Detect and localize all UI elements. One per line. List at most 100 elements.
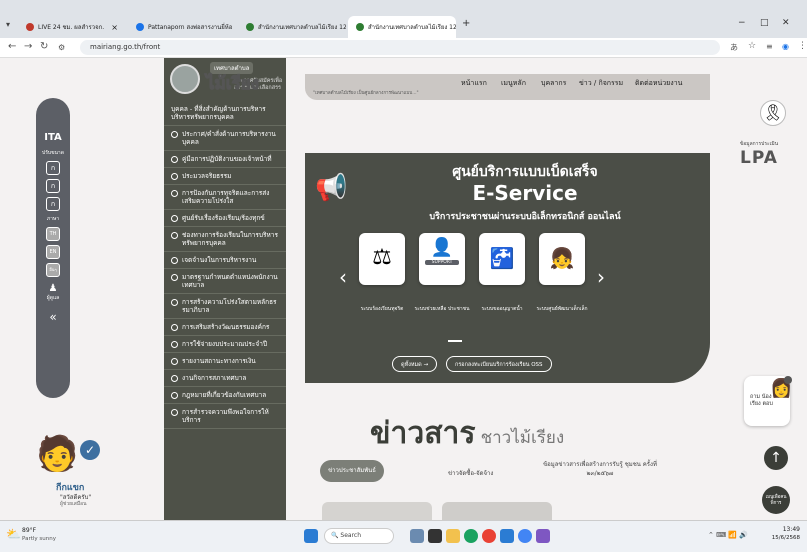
service-card[interactable]: ⚖ [359, 233, 405, 285]
system-tray-icons[interactable]: ⌃ ⌨ 📶 🔊 [708, 531, 748, 539]
arrow-circle-icon [171, 257, 178, 264]
clock-time: 13:49 [782, 526, 800, 533]
other-button[interactable]: อื่นๆ [46, 263, 60, 277]
browser-tab-active[interactable]: สำนักงานเทศบาลตำบลไม้เรียง 12 ก. × [348, 16, 456, 38]
view-all-button[interactable]: ดูทั้งหมด → [392, 356, 438, 372]
oss-button[interactable]: กรอกลงทะเบียนบริการร้องเรียน OSS [446, 356, 552, 372]
news-title-sub: ชาวไม้เรียง [480, 428, 565, 448]
back-icon[interactable]: ← [8, 41, 16, 52]
nav-home[interactable]: หน้าแรก [461, 78, 487, 89]
minimize-button[interactable]: − [738, 18, 746, 28]
weather-icon[interactable]: ⛅ [6, 527, 21, 541]
font-large-button[interactable]: ก [46, 197, 60, 211]
forward-icon[interactable]: → [24, 41, 32, 52]
collapse-button[interactable]: « [36, 310, 70, 324]
menu-item[interactable]: บุคคล - ที่สิ่งสำคัญด้านการบริหาร บริหาร… [164, 104, 286, 126]
menu-item[interactable]: งานกิจการสภาเทศบาล [164, 370, 286, 387]
lang-en-button[interactable]: EN [46, 245, 60, 259]
edge-icon[interactable] [464, 529, 478, 543]
news-heading: ข่าวสาร ชาวไม้เรียง [370, 410, 564, 457]
chrome-icon[interactable] [482, 529, 496, 543]
extensions-icon[interactable]: ≡ [766, 42, 773, 51]
tab-community-info[interactable]: ข้อมูลข่าวสารเพื่อสร้างการรับรู้ ชุมชน ค… [540, 460, 660, 478]
menu-item[interactable]: กฎหมายที่เกี่ยวข้องกับเทศบาล [164, 387, 286, 404]
menu-item[interactable]: การสร้างความโปร่งใสตามหลักธร รมาภิบาล [164, 294, 286, 319]
arrow-circle-icon [171, 324, 178, 331]
menu-item-label: ประมวลจริยธรรม [182, 172, 232, 180]
news-card[interactable] [322, 502, 432, 520]
store-icon[interactable] [500, 529, 514, 543]
nav-main-menu[interactable]: เมนูหลัก [501, 78, 526, 89]
service-card[interactable]: 👤 SUPPORT [419, 233, 465, 285]
weather-temp: 89°F [22, 527, 37, 534]
carousel-prev-button[interactable]: ‹ [339, 265, 347, 289]
nav-news[interactable]: ข่าว / กิจกรรม [579, 78, 623, 89]
search-label: Search [340, 532, 362, 539]
hero-title-th: ศูนย์บริการแบบเบ็ดเสร็จ [452, 164, 598, 180]
close-icon[interactable]: × [111, 23, 118, 32]
user-icon[interactable]: ♟ [36, 283, 70, 294]
menu-item[interactable]: คู่มือการปฏิบัติงานของเจ้าหน้าที่ [164, 151, 286, 168]
font-size-label: ปรับขนาด [42, 150, 64, 156]
widgets-icon[interactable] [410, 529, 424, 543]
site-settings-icon[interactable]: ⚙ [58, 43, 65, 52]
menu-item[interactable]: รายงานสถานะทางการเงิน [164, 353, 286, 370]
maximize-button[interactable]: □ [760, 18, 769, 28]
lpa-badge[interactable]: ข้อมูลการประเมิน LPA [722, 140, 796, 180]
file-explorer-icon[interactable] [446, 529, 460, 543]
lang-th-button[interactable]: TH [46, 227, 60, 241]
nav-contact[interactable]: ติดต่อหน่วยงาน [635, 78, 682, 89]
close-chat-icon[interactable] [784, 376, 792, 384]
browser-tab[interactable]: Pattanaporn สงพ่อสารงานยี่ห้อ × [128, 16, 236, 38]
admin-label: ผู้ดูแล [46, 295, 60, 301]
more-icon[interactable]: ⋮ [798, 41, 807, 51]
menu-item[interactable]: การเสริมสร้างวัฒนธรรมองค์กร [164, 319, 286, 336]
service-card[interactable]: 👧 [539, 233, 585, 285]
scroll-top-button[interactable]: ↑ [764, 446, 788, 470]
address-bar[interactable]: mairiang.go.th/front [80, 40, 720, 55]
menu-item[interactable]: การใช้จ่ายงบประมาณประจำปี [164, 336, 286, 353]
megaphone-icon: 📢 [315, 173, 348, 203]
profile-icon[interactable]: ◉ [782, 42, 789, 51]
close-window-button[interactable]: ✕ [782, 18, 790, 28]
chatbot-widget[interactable]: ถาม น้องเรียง ตอบ 👩 [744, 376, 792, 426]
menu-item[interactable]: ศูนย์รับเรื่องร้องเรียน/ร้องทุกข์ [164, 210, 286, 227]
tab-procurement[interactable]: ข่าวจัดซื้อ-จัดจ้าง [448, 468, 493, 478]
nav-personnel[interactable]: บุคลากร [541, 78, 566, 89]
browser-tab[interactable]: สำนักงานเทศบาลตำบลไม้เรียง 12 ก. × [238, 16, 346, 38]
support-agent-icon: 👤 [430, 237, 454, 258]
task-view-icon[interactable] [428, 529, 442, 543]
menu-item[interactable]: มาตรฐานกำหนดตำแหน่งพนักงาน เทศบาล [164, 269, 286, 294]
star-icon[interactable]: ☆ [748, 41, 756, 51]
font-medium-button[interactable]: ก [46, 179, 60, 193]
menu-item[interactable]: ประมวลจริยธรรม [164, 168, 286, 185]
app-icon[interactable] [536, 529, 550, 543]
menu-item[interactable]: เจตจำนงในการบริหารงาน [164, 252, 286, 269]
accessibility-button[interactable]: เมนูเพื่อคนพิการ [762, 486, 790, 514]
menu-item[interactable]: ช่องทางการร้องเรียนในการบริหาร ทรัพยากรบ… [164, 227, 286, 252]
service-card-label: ระบบศูนย์พัฒนาเด็กเล็ก [536, 306, 588, 312]
translate-icon[interactable]: あ [730, 42, 738, 53]
taskbar-search[interactable]: 🔍 Search [324, 528, 394, 544]
app-icon[interactable] [518, 529, 532, 543]
new-tab-button[interactable]: + [462, 18, 470, 29]
water-tap-icon: 🚰 [489, 246, 515, 270]
tab-menu-icon[interactable]: ▾ [6, 20, 10, 29]
service-card[interactable]: 🚰 [479, 233, 525, 285]
news-title-main: ข่าวสาร [370, 416, 476, 451]
menu-item[interactable]: การป้องกันการทุจริตและการส่ง เสริมความโป… [164, 185, 286, 210]
menu-item[interactable]: การสำรวจความพึงพอใจการให้ บริการ [164, 404, 286, 429]
news-card[interactable] [442, 502, 552, 520]
weather-desc: Partly sunny [22, 536, 56, 542]
tab-news-pr[interactable]: ข่าวประชาสัมพันธ์ [320, 460, 384, 482]
browser-tab[interactable]: LIVE 24 ชม. ผลสำรวจก. × [18, 16, 126, 38]
hero-title-en: E-Service [472, 181, 578, 205]
carousel-next-button[interactable]: › [597, 265, 605, 289]
font-small-button[interactable]: ก [46, 161, 60, 175]
site-logo[interactable]: เทศบาลตำบล ไม้เรียง [170, 62, 288, 106]
reload-icon[interactable]: ↻ [40, 41, 48, 52]
menu-item[interactable]: ประกาศ/คำสั่งด้านการบริหารงาน บุคคล [164, 126, 286, 151]
mascot-widget[interactable]: 🧑 ✓ กีกแขก "สวัสดีครับ" ผู้ช่วยเสมือน [36, 434, 112, 520]
menu-item-label: ช่องทางการร้องเรียนในการบริหาร ทรัพยากรบ… [182, 231, 278, 247]
windows-start-icon[interactable] [304, 529, 318, 543]
